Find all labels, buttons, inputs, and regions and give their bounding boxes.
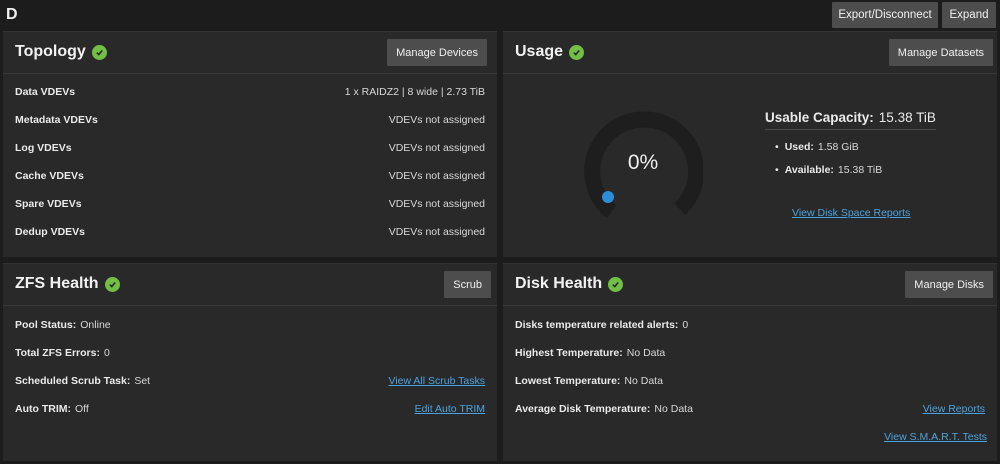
- average-temperature-label: Average Disk Temperature:: [515, 403, 651, 415]
- total-zfs-errors-value: 0: [103, 347, 110, 359]
- metadata-vdevs-row: Metadata VDEVs VDEVs not assigned: [15, 112, 485, 128]
- manage-disks-button[interactable]: Manage Disks: [905, 271, 993, 298]
- average-temperature-value: No Data: [654, 403, 693, 415]
- pool-name: D: [6, 6, 18, 23]
- usage-title: Usage: [515, 43, 585, 61]
- topology-card-header: Topology Manage Devices: [3, 32, 497, 74]
- dedup-vdevs-value: VDEVs not assigned: [388, 226, 485, 238]
- temperature-alerts-value: 0: [682, 319, 689, 331]
- view-reports-link[interactable]: View Reports: [923, 403, 985, 415]
- pool-status-value: Online: [80, 319, 111, 331]
- check-circle-icon: [608, 276, 624, 292]
- auto-trim-label: Auto TRIM:: [15, 403, 71, 415]
- topology-title-text: Topology: [15, 43, 86, 60]
- view-all-scrub-tasks-link[interactable]: View All Scrub Tasks: [389, 375, 486, 387]
- edit-auto-trim-link[interactable]: Edit Auto TRIM: [415, 403, 485, 415]
- scheduled-scrub-label: Scheduled Scrub Task:: [15, 375, 131, 387]
- total-zfs-errors-row: Total ZFS Errors: 0: [15, 345, 485, 361]
- total-zfs-errors-label: Total ZFS Errors:: [15, 347, 100, 359]
- disk-health-card-header: Disk Health Manage Disks: [503, 264, 997, 306]
- highest-temperature-label: Highest Temperature:: [515, 347, 623, 359]
- usage-title-text: Usage: [515, 43, 564, 60]
- dedup-vdevs-row: Dedup VDEVs VDEVs not assigned: [15, 224, 485, 240]
- available-label: Available:: [784, 164, 834, 176]
- scheduled-scrub-value: Set: [134, 375, 151, 387]
- disk-health-title: Disk Health: [515, 275, 624, 293]
- highest-temperature-row: Highest Temperature: No Data: [515, 345, 985, 361]
- pool-header: D Export/Disconnect Expand: [0, 0, 1000, 30]
- temperature-alerts-row: Disks temperature related alerts: 0: [515, 317, 985, 333]
- used-value: 1.58 GiB: [817, 141, 859, 153]
- data-vdevs-row: Data VDEVs 1 x RAIDZ2 | 8 wide | 2.73 Ti…: [15, 84, 485, 100]
- available-item: • Available: 15.38 TiB: [775, 164, 882, 176]
- bullet-icon: •: [775, 164, 779, 176]
- highest-temperature-value: No Data: [626, 347, 666, 359]
- dedup-vdevs-label: Dedup VDEVs: [15, 226, 86, 238]
- log-vdevs-row: Log VDEVs VDEVs not assigned: [15, 140, 485, 156]
- auto-trim-row: Auto TRIM: Off Edit Auto TRIM: [15, 401, 485, 417]
- usage-gauge: 0%: [583, 108, 705, 228]
- spare-vdevs-row: Spare VDEVs VDEVs not assigned: [15, 196, 485, 212]
- log-vdevs-value: VDEVs not assigned: [388, 142, 485, 154]
- check-circle-icon: [91, 44, 107, 60]
- usable-capacity: Usable Capacity: 15.38 TiB: [765, 110, 936, 130]
- used-item: • Used: 1.58 GiB: [775, 141, 859, 153]
- usable-capacity-value: 15.38 TiB: [878, 110, 936, 125]
- manage-datasets-button[interactable]: Manage Datasets: [888, 39, 993, 66]
- gauge-progress-dot: [602, 191, 614, 203]
- cache-vdevs-value: VDEVs not assigned: [388, 170, 485, 182]
- zfs-health-title: ZFS Health: [15, 275, 120, 293]
- average-temperature-row: Average Disk Temperature: No Data View R…: [515, 401, 985, 417]
- used-label: Used:: [784, 141, 814, 153]
- usage-card: Usage Manage Datasets 0% Usable Capacity…: [503, 31, 997, 257]
- export-disconnect-button[interactable]: Export/Disconnect: [832, 2, 938, 28]
- smart-tests-row: View S.M.A.R.T. Tests: [884, 429, 987, 445]
- topology-title: Topology: [15, 43, 107, 61]
- usage-card-header: Usage Manage Datasets: [503, 32, 997, 74]
- data-vdevs-label: Data VDEVs: [15, 86, 76, 98]
- cache-vdevs-row: Cache VDEVs VDEVs not assigned: [15, 168, 485, 184]
- view-smart-tests-link[interactable]: View S.M.A.R.T. Tests: [884, 431, 987, 443]
- usable-capacity-label: Usable Capacity:: [765, 110, 874, 125]
- usage-percent: 0%: [627, 151, 659, 174]
- bullet-icon: •: [775, 141, 779, 153]
- check-circle-icon: [569, 44, 585, 60]
- lowest-temperature-value: No Data: [624, 375, 663, 387]
- data-vdevs-value: 1 x RAIDZ2 | 8 wide | 2.73 TiB: [344, 86, 485, 98]
- lowest-temperature-label: Lowest Temperature:: [515, 375, 621, 387]
- available-value: 15.38 TiB: [837, 164, 883, 176]
- metadata-vdevs-label: Metadata VDEVs: [15, 114, 98, 126]
- zfs-health-card: ZFS Health Scrub Pool Status: Online Tot…: [3, 263, 497, 461]
- pool-status-row: Pool Status: Online: [15, 317, 485, 333]
- check-circle-icon: [104, 276, 120, 292]
- scheduled-scrub-row: Scheduled Scrub Task: Set View All Scrub…: [15, 373, 485, 389]
- metadata-vdevs-value: VDEVs not assigned: [388, 114, 485, 126]
- cache-vdevs-label: Cache VDEVs: [15, 170, 84, 182]
- log-vdevs-label: Log VDEVs: [15, 142, 72, 154]
- scrub-button[interactable]: Scrub: [444, 271, 491, 298]
- spare-vdevs-label: Spare VDEVs: [15, 198, 82, 210]
- temperature-alerts-label: Disks temperature related alerts:: [515, 319, 679, 331]
- topology-card: Topology Manage Devices Data VDEVs 1 x R…: [3, 31, 497, 257]
- view-disk-space-reports-link[interactable]: View Disk Space Reports: [792, 207, 910, 219]
- expand-button[interactable]: Expand: [942, 2, 996, 28]
- disk-health-card: Disk Health Manage Disks Disks temperatu…: [503, 263, 997, 461]
- spare-vdevs-value: VDEVs not assigned: [388, 198, 485, 210]
- lowest-temperature-row: Lowest Temperature: No Data: [515, 373, 985, 389]
- zfs-health-card-header: ZFS Health Scrub: [3, 264, 497, 306]
- pool-status-label: Pool Status:: [15, 319, 77, 331]
- manage-devices-button[interactable]: Manage Devices: [387, 39, 487, 66]
- auto-trim-value: Off: [74, 403, 89, 415]
- zfs-health-title-text: ZFS Health: [15, 275, 99, 292]
- disk-health-title-text: Disk Health: [515, 275, 603, 292]
